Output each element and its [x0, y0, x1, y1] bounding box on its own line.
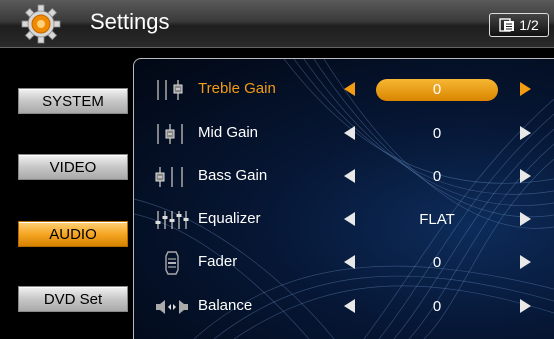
- sidebar-item-audio[interactable]: AUDIO: [18, 221, 128, 247]
- decrease-arrow-icon[interactable]: [344, 126, 355, 140]
- increase-arrow-icon[interactable]: [520, 212, 531, 226]
- increase-arrow-icon[interactable]: [520, 255, 531, 269]
- setting-row-fader[interactable]: Fader 0: [134, 243, 554, 283]
- setting-value: 0: [432, 125, 442, 142]
- sidebar-item-system[interactable]: SYSTEM: [18, 88, 128, 114]
- sidebar-item-dvd-set[interactable]: DVD Set: [18, 286, 128, 312]
- decrease-arrow-icon[interactable]: [344, 299, 355, 313]
- settings-gear-icon: [21, 4, 61, 44]
- header-bar: Settings 1/2: [0, 0, 554, 48]
- pages-icon: [499, 18, 515, 32]
- increase-arrow-icon[interactable]: [520, 126, 531, 140]
- setting-label: Balance: [198, 297, 253, 314]
- setting-row-bass-gain[interactable]: Bass Gain 0: [134, 157, 554, 197]
- page-toggle-button[interactable]: 1/2: [489, 13, 549, 37]
- decrease-arrow-icon[interactable]: [344, 212, 355, 226]
- setting-row-equalizer[interactable]: Equalizer FLAT: [134, 200, 554, 240]
- setting-value: 0: [432, 298, 442, 315]
- setting-value: 0: [432, 168, 442, 185]
- increase-arrow-icon[interactable]: [520, 82, 531, 96]
- treble-icon: [157, 80, 183, 100]
- equalizer-icon: [155, 211, 189, 229]
- page-indicator: 1/2: [519, 17, 539, 33]
- fader-icon: [165, 251, 179, 275]
- setting-label: Treble Gain: [198, 80, 276, 97]
- setting-value: 0: [376, 79, 498, 101]
- decrease-arrow-icon[interactable]: [344, 82, 355, 96]
- setting-row-balance[interactable]: Balance 0: [134, 287, 554, 327]
- increase-arrow-icon[interactable]: [520, 169, 531, 183]
- setting-label: Mid Gain: [198, 124, 259, 141]
- increase-arrow-icon[interactable]: [520, 299, 531, 313]
- setting-label: Fader: [198, 253, 238, 270]
- balance-icon: [156, 300, 188, 314]
- setting-label: Bass Gain: [198, 167, 268, 184]
- bass-icon: [155, 167, 183, 187]
- setting-value: 0: [432, 254, 442, 271]
- sidebar-item-video[interactable]: VIDEO: [18, 154, 128, 180]
- setting-value: FLAT: [419, 211, 455, 228]
- setting-row-mid-gain[interactable]: Mid Gain 0: [134, 114, 554, 154]
- setting-label: Equalizer: [198, 210, 261, 227]
- decrease-arrow-icon[interactable]: [344, 169, 355, 183]
- decrease-arrow-icon[interactable]: [344, 255, 355, 269]
- mid-icon: [157, 124, 183, 144]
- sidebar: SYSTEM VIDEO AUDIO DVD Set: [0, 48, 132, 338]
- audio-settings-panel: Treble Gain 0 Mid Gain 0 Bass Gain 0 Equ…: [133, 58, 554, 339]
- setting-row-treble-gain[interactable]: Treble Gain 0: [134, 70, 554, 110]
- page-title: Settings: [90, 9, 170, 34]
